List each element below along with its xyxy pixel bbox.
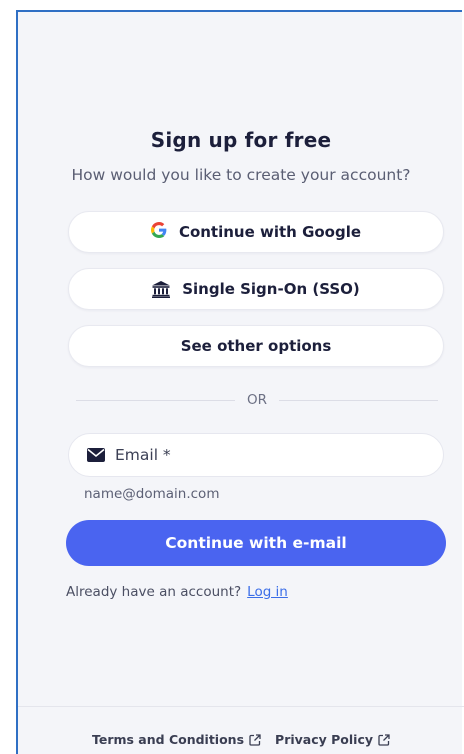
email-hint: name@domain.com xyxy=(84,486,220,502)
continue-email-button[interactable]: Continue with e-mail xyxy=(66,520,446,566)
login-prompt-row: Already have an account? Log in xyxy=(66,584,288,600)
page-title: Sign up for free xyxy=(150,128,332,152)
mail-icon xyxy=(87,448,105,462)
email-placeholder: Email * xyxy=(115,446,171,464)
other-options-button[interactable]: See other options xyxy=(68,325,444,367)
footer-divider xyxy=(18,706,464,707)
external-link-icon xyxy=(378,733,390,746)
footer: Terms and Conditions Privacy Policy xyxy=(18,732,464,747)
google-icon xyxy=(150,221,167,243)
email-field[interactable]: Email * xyxy=(68,433,444,477)
continue-email-label: Continue with e-mail xyxy=(165,534,347,552)
login-link[interactable]: Log in xyxy=(247,584,288,600)
login-prompt: Already have an account? xyxy=(66,584,242,600)
page-subtitle: How would you like to create your accoun… xyxy=(71,166,411,184)
or-label: OR xyxy=(247,392,268,408)
signup-panel: Sign up for free How would you like to c… xyxy=(16,10,464,754)
sso-signup-label: Single Sign-On (SSO) xyxy=(182,280,360,298)
terms-link[interactable]: Terms and Conditions xyxy=(92,732,261,747)
terms-label: Terms and Conditions xyxy=(91,732,245,747)
google-signup-label: Continue with Google xyxy=(178,223,362,241)
privacy-link[interactable]: Privacy Policy xyxy=(275,732,390,747)
sso-signup-button[interactable]: Single Sign-On (SSO) xyxy=(68,268,444,310)
google-signup-button[interactable]: Continue with Google xyxy=(68,211,444,253)
other-options-label: See other options xyxy=(180,337,332,355)
bank-icon xyxy=(152,280,171,298)
or-divider: OR xyxy=(76,390,439,410)
privacy-label: Privacy Policy xyxy=(275,732,374,747)
divider-line-right xyxy=(279,399,439,401)
external-link-icon xyxy=(249,733,261,746)
divider-line-left xyxy=(76,399,235,401)
